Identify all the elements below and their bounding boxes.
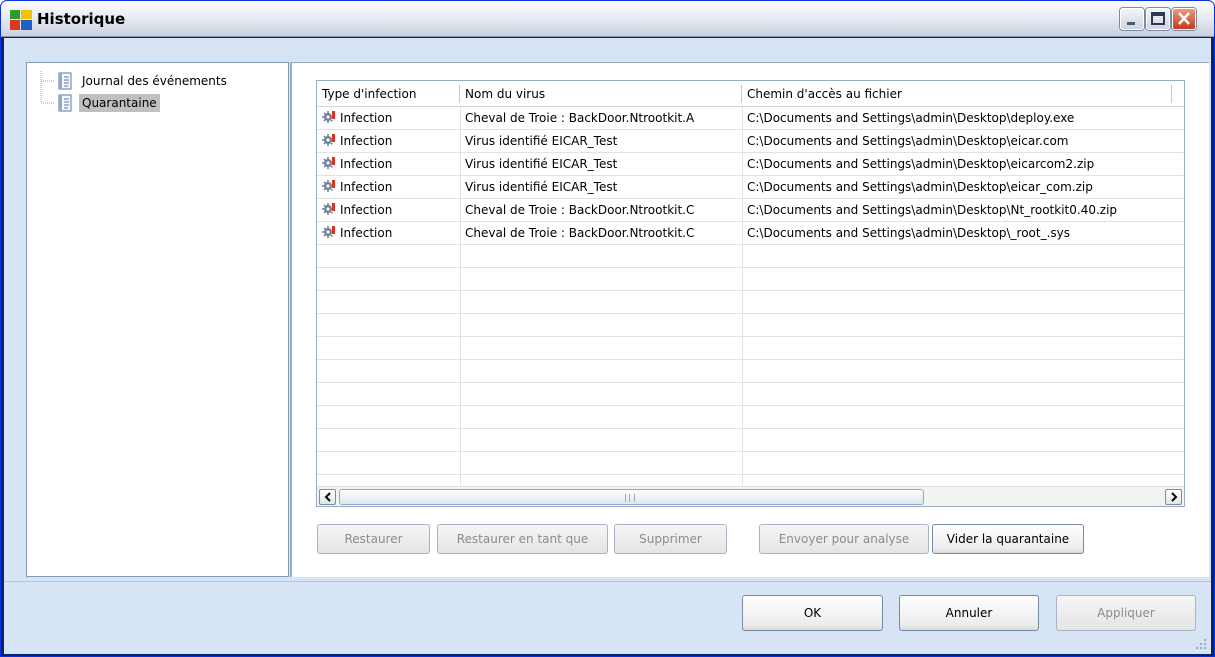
quarantine-table[interactable]: Type d'infection Nom du virus Chemin d'a… [316,80,1185,507]
table-row[interactable]: Infection Cheval de Troie : BackDoor.Ntr… [317,222,1184,245]
cell-file-path: C:\Documents and Settings\admin\Desktop\… [747,203,1118,217]
cancel-button[interactable]: Annuler [899,595,1039,631]
cell-type: Infection [317,107,460,129]
navigation-tree: Journal des événements Quarantaine [26,62,289,577]
table-row[interactable]: Infection Virus identifié EICAR_Test C:\… [317,176,1184,199]
empty-row [317,314,1184,337]
column-header-virus[interactable]: Nom du virus [460,85,742,103]
cell-virus-name: Virus identifié EICAR_Test [465,134,618,148]
cell-type: Infection [317,176,460,198]
restore-as-button[interactable]: Restaurer en tant que [437,524,608,554]
cell-virus-name: Cheval de Troie : BackDoor.Ntrootkit.A [465,111,695,125]
empty-row [317,268,1184,291]
cell-type: Infection [317,199,460,221]
window-title: Historique [37,10,126,28]
arrow-left-icon [324,492,331,502]
document-list-icon [58,94,72,112]
empty-row [317,406,1184,429]
empty-row [317,452,1184,475]
column-header-type[interactable]: Type d'infection [317,85,460,103]
infection-gear-icon [322,203,335,215]
empty-row [317,429,1184,452]
cell-type: Infection [317,222,460,244]
column-header-path[interactable]: Chemin d'accès au fichier [742,85,1172,103]
cell-virus-name: Virus identifié EICAR_Test [465,157,618,171]
arrow-right-icon [1170,492,1177,502]
tree-lines [40,71,55,104]
cell-file-path: C:\Documents and Settings\admin\Desktop\… [747,157,1095,171]
empty-row [317,245,1184,268]
infection-type: Infection [340,111,393,125]
tree-item-label: Journal des événements [82,74,227,88]
infection-type: Infection [340,203,393,217]
infection-gear-icon [322,134,335,146]
restore-button[interactable]: Restaurer [317,524,430,554]
table-row[interactable]: Infection Cheval de Troie : BackDoor.Ntr… [317,199,1184,222]
cell-file-path: C:\Documents and Settings\admin\Desktop\… [747,134,1069,148]
historique-window: Historique Journal des événements Quaran… [0,0,1215,657]
avg-logo-icon [10,10,32,30]
empty-row [317,383,1184,406]
tree-item-journal[interactable]: Journal des événements [57,71,230,91]
infection-gear-icon [322,157,335,169]
empty-quarantine-button[interactable]: Vider la quarantaine [932,524,1084,554]
tree-item-quarantaine[interactable]: Quarantaine [57,93,160,113]
cell-file-path: C:\Documents and Settings\admin\Desktop\… [747,226,1071,240]
infection-gear-icon [322,111,335,123]
resize-grip-icon[interactable] [1195,638,1207,650]
table-row[interactable]: Infection Virus identifié EICAR_Test C:\… [317,130,1184,153]
apply-button[interactable]: Appliquer [1056,595,1196,631]
maximize-button[interactable] [1146,8,1170,30]
scroll-left-button[interactable] [319,489,336,505]
infection-type: Infection [340,157,393,171]
tree-item-label: Quarantaine [79,94,160,112]
cell-file-path: C:\Documents and Settings\admin\Desktop\… [747,180,1093,194]
delete-button[interactable]: Supprimer [614,524,727,554]
document-list-icon [58,72,72,90]
cell-virus-name: Virus identifié EICAR_Test [465,180,618,194]
cell-type: Infection [317,130,460,152]
scrollbar-thumb[interactable] [339,489,924,505]
infection-type: Infection [340,180,393,194]
table-row[interactable]: Infection Cheval de Troie : BackDoor.Ntr… [317,107,1184,130]
divider [4,581,1211,582]
maximize-icon [1151,12,1165,25]
empty-row [317,291,1184,314]
send-for-analysis-button[interactable]: Envoyer pour analyse [759,524,929,554]
dialog-client-area: Journal des événements Quarantaine Type … [4,38,1211,654]
infection-gear-icon [322,180,335,192]
cell-type: Infection [317,153,460,175]
close-button[interactable] [1172,8,1196,30]
infection-type: Infection [340,134,393,148]
table-header: Type d'infection Nom du virus Chemin d'a… [317,81,1184,107]
minimize-icon [1127,22,1135,25]
title-bar[interactable]: Historique [1,1,1214,37]
infection-gear-icon [322,226,335,238]
horizontal-scrollbar[interactable] [317,486,1184,506]
minimize-button[interactable] [1120,8,1144,30]
grip-icon [625,494,635,502]
ok-button[interactable]: OK [742,595,883,631]
empty-row [317,360,1184,383]
cell-virus-name: Cheval de Troie : BackDoor.Ntrootkit.C [465,203,695,217]
cell-file-path: C:\Documents and Settings\admin\Desktop\… [747,111,1075,125]
empty-row [317,337,1184,360]
table-row[interactable]: Infection Virus identifié EICAR_Test C:\… [317,153,1184,176]
close-icon [1178,12,1190,25]
infection-type: Infection [340,226,393,240]
scroll-right-button[interactable] [1165,489,1182,505]
cell-virus-name: Cheval de Troie : BackDoor.Ntrootkit.C [465,226,695,240]
